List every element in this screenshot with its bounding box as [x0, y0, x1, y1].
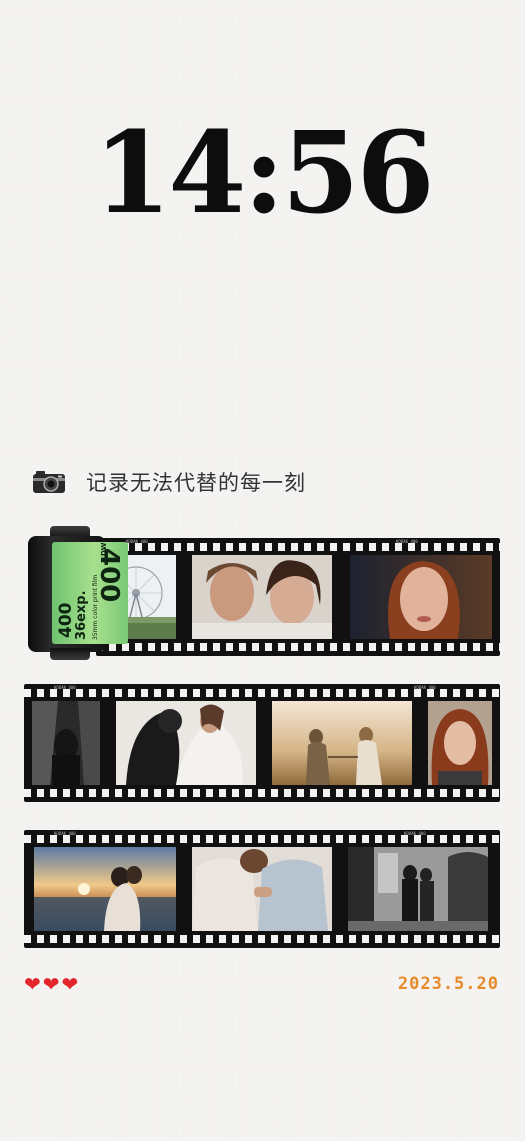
camera-icon: [33, 471, 65, 493]
caption-text: 记录无法代替的每一刻: [86, 471, 306, 495]
edge-print: KODAK 400: [396, 539, 418, 544]
sprocket-holes-bottom: [24, 935, 500, 943]
photo-frame-beach-sunset: [34, 847, 176, 931]
edge-print: KODAK 400: [404, 831, 426, 836]
bw-city-couple-photo: [32, 701, 100, 785]
sprocket-holes-bottom: [96, 643, 500, 651]
heart-icon: ❤: [42, 972, 60, 996]
caption-row: 记录无法代替的每一刻: [32, 466, 306, 498]
couple-selfie-photo: [192, 555, 332, 639]
heart-icon: ❤: [24, 972, 41, 996]
hug-jacket-photo: [192, 847, 332, 931]
redhead-closeup-photo: [428, 701, 492, 785]
edge-print: KODAK 400: [126, 539, 148, 544]
beach-sunset-photo: [34, 847, 176, 931]
photo-frame-sunset-field: [272, 701, 412, 785]
redhead-portrait-photo: [350, 555, 492, 639]
photo-frame-hug-jacket: [192, 847, 332, 931]
photo-frame-bw-city-couple: [32, 701, 100, 785]
embrace-photo: [116, 701, 256, 785]
edge-print: KODAK 400: [414, 685, 436, 690]
lockscreen-clock: 14:56: [93, 108, 434, 239]
photo-frame-embrace: [116, 701, 256, 785]
film-strip-1: KODAK 400 KODAK 400: [96, 538, 500, 656]
sprocket-holes-bottom: [24, 789, 500, 797]
canister-label: 400 400 36exp. 35mm color print film DW: [52, 542, 128, 644]
photo-frame-redhead-closeup: [428, 701, 492, 785]
hearts-row: ❤ ❤ ❤: [24, 972, 80, 996]
photo-frame-couple-selfie: [192, 555, 332, 639]
film-canister: 400 400 36exp. 35mm color print film DW: [28, 526, 128, 660]
canister-subtitle: 35mm color print film: [92, 574, 99, 640]
bw-street-kiss-photo: [348, 847, 488, 931]
canister-brand: DW: [100, 542, 108, 556]
sprocket-holes-top: [24, 689, 500, 697]
edge-print: KODAK 400: [54, 831, 76, 836]
photo-frame-bw-street-kiss: [348, 847, 488, 931]
film-strip-3: KODAK 400 KODAK 400: [24, 830, 500, 948]
sprocket-holes-top: [96, 543, 500, 551]
heart-icon: ❤: [61, 972, 79, 996]
sunset-field-photo: [272, 701, 412, 785]
photo-frame-redhead-portrait: [350, 555, 492, 639]
canister-iso-small: 400: [56, 602, 76, 639]
date-stamp: 2023.5.20: [397, 974, 499, 994]
canister-exposures: 36exp.: [74, 590, 89, 640]
film-strip-2: KODAK 400 KODAK 400: [24, 684, 500, 802]
edge-print: KODAK 400: [54, 685, 76, 690]
canister-bottom-cap: [50, 648, 90, 660]
sprocket-holes-top: [24, 835, 500, 843]
